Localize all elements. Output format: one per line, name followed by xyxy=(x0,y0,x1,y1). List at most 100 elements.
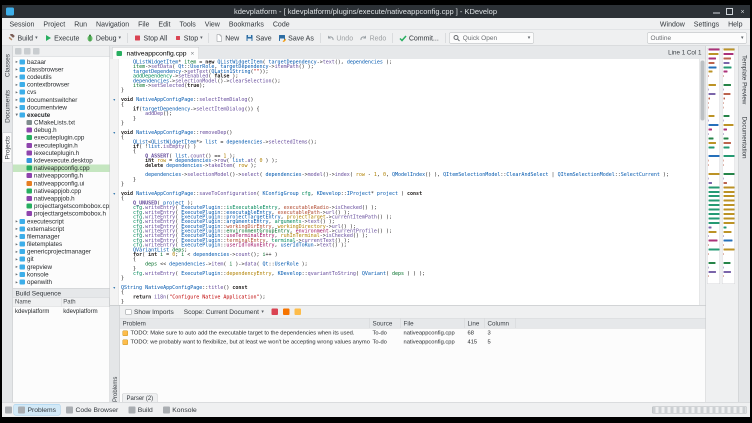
tree-item-nativeappconfig.h[interactable]: nativeappconfig.h xyxy=(13,172,110,180)
tree-item-iexecuteplugin.h[interactable]: iexecuteplugin.h xyxy=(13,149,110,157)
tree-item-projecttargetscombobox.cpp[interactable]: projecttargetscombobox.cpp xyxy=(13,202,110,210)
problems-column-header[interactable]: Source xyxy=(370,318,401,328)
run-button[interactable]: Execute xyxy=(42,32,82,43)
tree-item-openwith[interactable]: ▸ openwith xyxy=(13,278,110,286)
problems-column-header[interactable]: Column xyxy=(485,318,516,328)
problem-row[interactable]: TODO: we probably want to flexibilize, b… xyxy=(120,338,706,347)
tree-item-classbrowser[interactable]: ▸ classbrowser xyxy=(13,66,110,74)
debug-button[interactable]: Debug ▾ xyxy=(83,32,123,43)
tree-item-filemanager[interactable]: ▸ filemanager xyxy=(13,233,110,241)
sidebar-tab-classes[interactable]: Classes xyxy=(3,51,12,80)
error-filter-icon[interactable] xyxy=(271,308,278,315)
stop-all-icon xyxy=(134,34,142,42)
problems-column-header[interactable]: Problem xyxy=(120,318,370,328)
statusbar-code-browser-button[interactable]: Code Browser xyxy=(62,405,122,416)
menu-view[interactable]: View xyxy=(200,20,224,28)
tree-item-executescript[interactable]: ▸ executescript xyxy=(13,217,110,225)
tree-item-genericprojectmanager[interactable]: ▸ genericprojectmanager xyxy=(13,248,110,256)
close-icon[interactable]: × xyxy=(739,8,746,16)
code-line[interactable]: } xyxy=(121,299,699,304)
editor-gutter[interactable]: ▾ ▾ ▾ ▾ xyxy=(110,59,119,305)
menu-code[interactable]: Code xyxy=(268,20,294,28)
toolbar-button-label: New xyxy=(225,33,240,42)
problem-row[interactable]: TODO: Make sure to auto add the executab… xyxy=(120,329,706,338)
tree-item-nativeappjob.h[interactable]: nativeappjob.h xyxy=(13,195,110,203)
tree-item-filetemplates[interactable]: ▸ filetemplates xyxy=(13,240,110,248)
stop-button[interactable]: Stop ▾ xyxy=(171,32,205,43)
tree-item-debug.h[interactable]: debug.h xyxy=(13,126,110,134)
tree-item-git[interactable]: ▸ git xyxy=(13,255,110,263)
minimap-line xyxy=(708,137,714,140)
menu-edit[interactable]: Edit xyxy=(154,20,175,28)
new-document-button[interactable]: New xyxy=(213,32,242,43)
menu-navigation[interactable]: Navigation xyxy=(92,20,134,28)
menu-settings[interactable]: Settings xyxy=(689,20,723,28)
editor-area: ▾ ▾ ▾ ▾ QListWidgetItem* item = new QListWi… xyxy=(110,59,706,305)
editor-scrollbar[interactable] xyxy=(699,59,706,305)
tree-item-documentview[interactable]: ▸ documentview xyxy=(13,104,110,112)
menu-bookmarks[interactable]: Bookmarks xyxy=(224,20,268,28)
menu-window[interactable]: Window xyxy=(655,20,689,28)
tree-item-codeutils[interactable]: ▸ codeutils xyxy=(13,73,110,81)
maximize-icon[interactable] xyxy=(726,8,733,15)
tree-item-nativeappconfig.cpp[interactable]: nativeappconfig.cpp xyxy=(13,164,110,172)
statusbar-build-button[interactable]: Build xyxy=(124,405,157,416)
menu-project[interactable]: Project xyxy=(39,20,70,28)
outline-input[interactable]: Outline ▾ xyxy=(647,32,747,44)
statusbar-problems-button[interactable]: Problems xyxy=(13,404,61,416)
hint-filter-icon[interactable] xyxy=(294,308,301,315)
tree-item-executeplugin.cpp[interactable]: executeplugin.cpp xyxy=(13,134,110,142)
commit-button[interactable]: Commit... xyxy=(396,32,441,43)
tree-item-konsole[interactable]: ▸ konsole xyxy=(13,271,110,279)
build-sequence-row[interactable]: kdevplatform kdevplatform xyxy=(13,307,110,315)
code-line[interactable]: dependencies->selectionModel()->select( … xyxy=(121,172,699,177)
statusbar-konsole-button[interactable]: Konsole xyxy=(159,405,201,416)
tree-item-executeplugin.h[interactable]: executeplugin.h xyxy=(13,142,110,150)
menu-session[interactable]: Session xyxy=(5,20,39,28)
tree-item-externalscript[interactable]: ▸ externalscript xyxy=(13,225,110,233)
code-area[interactable]: QListWidgetItem* item = new QListWidgetI… xyxy=(119,59,699,305)
sidebar-tab-projects[interactable]: Projects xyxy=(2,132,12,163)
scrollbar-thumb[interactable] xyxy=(700,60,705,121)
projects-toolbar-icon[interactable] xyxy=(24,48,31,55)
menu-tools[interactable]: Tools xyxy=(175,20,200,28)
warning-filter-icon[interactable] xyxy=(282,308,290,315)
menu-run[interactable]: Run xyxy=(70,20,92,28)
tree-item-execute[interactable]: ▾ execute xyxy=(13,111,110,119)
save-button[interactable]: Save xyxy=(243,32,274,43)
problems-column-header[interactable]: Line xyxy=(465,318,485,328)
menu-help[interactable]: Help xyxy=(724,20,747,28)
sidebar-tab-documents[interactable]: Documents xyxy=(3,87,12,126)
stop-all-button[interactable]: Stop All xyxy=(131,32,170,43)
parser-subtab[interactable]: Parser (2) xyxy=(122,393,158,402)
tree-item-contextbrowser[interactable]: ▸ contextbrowser xyxy=(13,81,110,89)
tree-item-label: nativeappconfig.h xyxy=(34,172,83,180)
toolview-menu-icon[interactable] xyxy=(5,406,12,414)
problems-column-header[interactable]: File xyxy=(401,318,465,328)
tree-item-grepview[interactable]: ▸ grepview xyxy=(13,263,110,271)
scope-dropdown[interactable]: Scope: Current Document ▾ xyxy=(181,307,266,317)
tree-item-documentswitcher[interactable]: ▸ documentswitcher xyxy=(13,96,110,104)
tree-item-projecttargetscombobox.h[interactable]: projecttargetscombobox.h xyxy=(13,210,110,218)
tree-item-kdevexecute.desktop[interactable]: kdevexecute.desktop xyxy=(13,157,110,165)
title-bar[interactable]: kdevplatform - [ kdevplatform/plugins/ex… xyxy=(2,5,750,18)
tab-nativeappconfig-cpp[interactable]: nativeappconfig.cpp × xyxy=(112,47,199,59)
menu-file[interactable]: File xyxy=(134,20,154,28)
quick-open-input[interactable]: Quick Open ▾ xyxy=(448,32,534,44)
projects-toolbar-icon[interactable] xyxy=(33,48,40,55)
hammer-button[interactable]: Build ▾ xyxy=(5,32,40,43)
tree-item-nativeappjob.cpp[interactable]: nativeappjob.cpp xyxy=(13,187,110,195)
show-imports-toggle[interactable]: Show Imports xyxy=(123,307,176,317)
code-minimap[interactable] xyxy=(722,48,735,284)
sidebar-tab-template-preview[interactable]: Template Preview xyxy=(740,53,748,106)
sidebar-tab-documentation[interactable]: Documentation xyxy=(740,114,748,160)
tree-item-nativeappconfig.ui[interactable]: nativeappconfig.ui xyxy=(13,180,110,188)
tree-item-bazaar[interactable]: ▸ bazaar xyxy=(13,58,110,66)
minimize-icon[interactable] xyxy=(713,10,720,14)
save-as-button[interactable]: Save As xyxy=(276,32,317,43)
tree-item-cvs[interactable]: ▸ cvs xyxy=(13,88,110,96)
tab-close-icon[interactable]: × xyxy=(189,50,195,58)
code-minimap[interactable] xyxy=(707,48,720,284)
tree-item-CMakeLists.txt[interactable]: CMakeLists.txt xyxy=(13,119,110,127)
projects-toolbar-icon[interactable] xyxy=(15,48,22,55)
